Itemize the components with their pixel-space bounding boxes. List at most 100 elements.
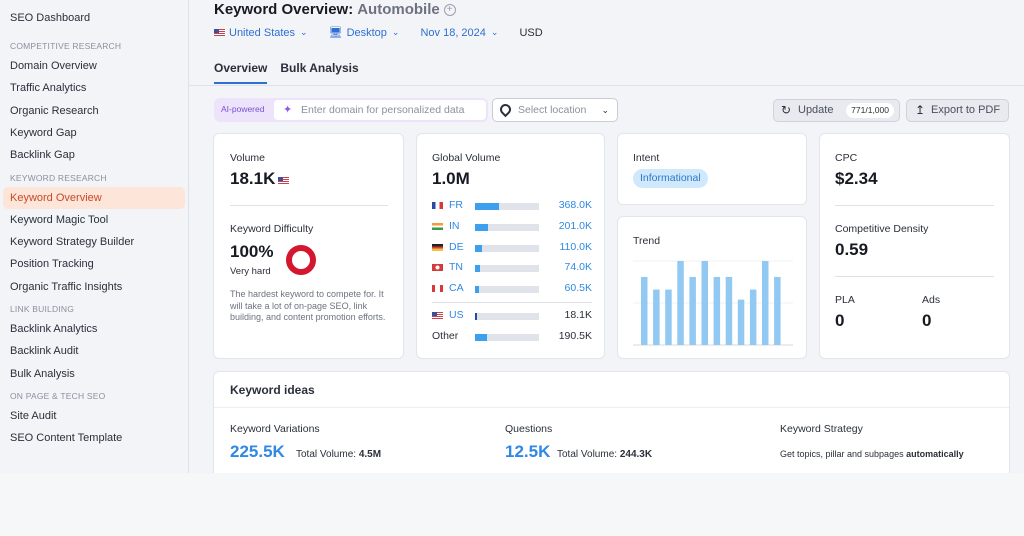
volume-bar-fill (475, 223, 488, 231)
sidebar-item-backlink-gap[interactable]: Backlink Gap (3, 144, 185, 166)
sidebar-item-position-tracking[interactable]: Position Tracking (3, 253, 185, 275)
kd-label: Keyword Difficulty (230, 223, 314, 235)
intent-card: Intent Informational (617, 133, 807, 205)
volume-bar-track (475, 313, 539, 320)
sidebar-item-organic-research[interactable]: Organic Research (3, 100, 185, 122)
kd-value: 100% (230, 242, 274, 261)
intent-label: Intent (633, 152, 660, 164)
trend-bar[interactable] (737, 299, 745, 345)
tn-flag-icon (432, 264, 443, 272)
divider (835, 205, 994, 206)
sidebar-item-keyword-strategy-builder[interactable]: Keyword Strategy Builder (3, 231, 185, 253)
us-flag-icon (432, 312, 443, 319)
location-select[interactable]: Select location ⌄ (492, 98, 618, 122)
volume-card: Volume 18.1K Keyword Difficulty 100% Ver… (213, 133, 404, 359)
country-row-in[interactable]: IN 201.0K (432, 220, 592, 234)
strategy-desc: Get topics, pillar and subpages (780, 449, 904, 459)
country-row-ca[interactable]: CA 60.5K (432, 282, 592, 296)
page-background (0, 473, 1024, 536)
trend-label: Trend (633, 235, 661, 247)
country-dropdown[interactable]: United States ⌄ (214, 26, 308, 39)
variations-value[interactable]: 225.5K (230, 442, 285, 462)
export-pdf-button[interactable]: ↥ Export to PDF (906, 99, 1009, 122)
chevron-down-icon: ⌄ (490, 27, 499, 37)
sidebar-item-backlink-analytics[interactable]: Backlink Analytics (3, 318, 185, 340)
country-code: CA (449, 282, 464, 295)
sidebar-item-traffic-analytics[interactable]: Traffic Analytics (3, 77, 185, 99)
update-label: Update (798, 104, 834, 116)
chevron-down-icon: ⌄ (391, 27, 400, 37)
trend-bar[interactable] (713, 276, 721, 345)
total-volume-value: 4.5M (358, 449, 382, 460)
sidebar-item-backlink-audit[interactable]: Backlink Audit (3, 340, 185, 362)
plus-circle-icon[interactable]: + (443, 4, 456, 16)
date-dropdown[interactable]: Nov 18, 2024 ⌄ (420, 26, 498, 39)
country-volume: 110.0K (559, 240, 593, 253)
sidebar-item-site-audit[interactable]: Site Audit (3, 405, 185, 427)
volume-value: 18.1K (230, 169, 276, 188)
country-volume: 201.0K (558, 219, 592, 232)
trend-bar[interactable] (762, 261, 769, 345)
domain-placeholder: Enter domain for personalized data (301, 104, 465, 116)
sidebar-item-keyword-magic-tool[interactable]: Keyword Magic Tool (3, 209, 185, 231)
update-button[interactable]: ↻ Update 771/1,000 (773, 99, 900, 122)
country-volume: 368.0K (558, 199, 592, 211)
trend-bar[interactable] (677, 261, 684, 345)
trend-bar[interactable] (653, 289, 660, 345)
strategy-text[interactable]: Get topics, pillar and subpages automati… (780, 449, 964, 459)
device-label: Desktop (346, 26, 387, 39)
domain-input[interactable]: ✦ Enter domain for personalized data (274, 100, 486, 120)
tab-overview[interactable]: Overview (214, 61, 268, 84)
sidebar-item-seo-content-template[interactable]: SEO Content Template (3, 427, 185, 449)
sidebar-section-title: LINK BUILDING (10, 304, 75, 314)
trend-bar[interactable] (689, 276, 696, 345)
divider (214, 407, 1009, 408)
trend-bar[interactable] (701, 261, 709, 345)
sidebar-item-keyword-gap[interactable]: Keyword Gap (3, 122, 185, 144)
country-row-de[interactable]: DE 110.0K (432, 241, 592, 255)
page-title: Keyword Overview: Automobile + (214, 1, 456, 18)
tab-bulk-analysis[interactable]: Bulk Analysis (280, 61, 358, 84)
sidebar-item-domain-overview[interactable]: Domain Overview (3, 55, 185, 77)
trend-bar[interactable] (665, 289, 672, 345)
trend-bar[interactable] (774, 276, 781, 345)
keyword-ideas-card: Keyword ideas Keyword Variations 225.5K … (213, 371, 1010, 481)
tabs-divider (189, 85, 1024, 86)
main-content: Keyword Overview: Automobile + United Stat… (189, 0, 1024, 481)
volume-bar-fill (475, 203, 499, 210)
refresh-icon: ↻ (781, 103, 792, 117)
questions-label: Questions (505, 423, 553, 435)
chevron-down-icon: ⌄ (601, 105, 609, 115)
country-volume: 18.1K (564, 309, 592, 321)
trend-bar[interactable] (749, 289, 757, 345)
chevron-down-icon: ⌄ (300, 27, 308, 37)
country-row-fr[interactable]: FR 368.0K (432, 199, 592, 213)
density-label: Competitive Density (835, 223, 929, 235)
volume-bar-track (475, 223, 539, 231)
total-volume-label: Total Volume: (296, 449, 357, 460)
trend-chart (633, 260, 793, 346)
app-window: SEO Dashboard COMPETITIVE RESEARCH Domain … (0, 0, 1024, 481)
intent-badge: Informational (633, 169, 708, 188)
volume-label: Volume (230, 152, 266, 164)
trend-bar[interactable] (725, 276, 733, 345)
country-row-tn[interactable]: TN 74.0K (432, 261, 592, 275)
us-flag-icon (214, 29, 225, 36)
questions-value[interactable]: 12.5K (505, 442, 550, 462)
trend-bar[interactable] (641, 276, 648, 345)
volume-bar-fill (475, 313, 477, 320)
sidebar-item-seo-dashboard[interactable]: SEO Dashboard (3, 7, 185, 29)
fr-flag-icon (432, 202, 443, 209)
desktop-icon: 🖥︎ (328, 27, 343, 39)
device-dropdown[interactable]: 🖥︎ Desktop ⌄ (328, 26, 400, 40)
sidebar-item-keyword-overview[interactable]: Keyword Overview (3, 186, 185, 209)
cpc-label: CPC (835, 152, 858, 164)
divider (835, 276, 994, 277)
sidebar-item-organic-traffic-insights[interactable]: Organic Traffic Insights (3, 276, 185, 298)
strategy-bold: automatically (906, 449, 964, 459)
total-volume-label: Total Volume: (557, 449, 618, 460)
sidebar-item-bulk-analysis[interactable]: Bulk Analysis (3, 363, 185, 385)
other-volume: 190.5K (558, 330, 592, 342)
country-row-us[interactable]: US 18.1K (432, 309, 592, 323)
country-label: United States (229, 26, 296, 39)
